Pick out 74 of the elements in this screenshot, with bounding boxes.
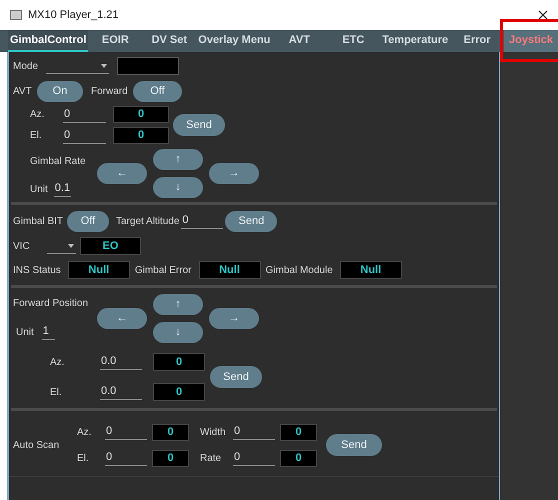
tab[interactable]: DV Set: [142, 30, 196, 52]
field-label: Auto Scan: [13, 438, 60, 452]
field-label: Gimbal Module: [266, 264, 333, 278]
left-arrow-button[interactable]: ←: [97, 163, 147, 184]
field-label: Gimbal Rate: [30, 155, 87, 169]
readout: [117, 57, 179, 75]
caret-icon: [101, 64, 107, 68]
pill-button[interactable]: Send: [173, 114, 225, 136]
input-field[interactable]: 0: [105, 424, 147, 440]
readout: 0: [152, 424, 189, 440]
left-arrow-button[interactable]: ←: [97, 308, 147, 329]
readout: EO: [80, 237, 141, 255]
up-arrow-button[interactable]: ↑: [153, 149, 203, 170]
input-field[interactable]: 1: [42, 324, 55, 340]
input-field[interactable]: 0.0: [100, 384, 142, 400]
tab[interactable]: Error: [450, 30, 504, 52]
field-label: Az.: [30, 108, 46, 122]
readout: 0: [153, 383, 205, 401]
field-label: AVT: [13, 84, 33, 98]
readout: 0: [153, 353, 205, 371]
field-label: Rate: [200, 452, 222, 466]
field-label: Unit: [16, 326, 34, 340]
caret-icon: [68, 244, 74, 248]
pill-button[interactable]: Off: [133, 80, 182, 102]
readout: Null: [340, 261, 402, 279]
field-label: Forward Position: [13, 297, 90, 311]
field-label: El.: [50, 386, 63, 400]
input-field[interactable]: 0: [63, 128, 106, 144]
pill-button[interactable]: On: [37, 80, 83, 102]
field-label: Gimbal BIT: [13, 214, 64, 228]
tab[interactable]: AVT: [272, 30, 326, 52]
field-label: Mode: [13, 60, 40, 74]
up-arrow-button[interactable]: ↑: [153, 294, 203, 315]
input-field[interactable]: 0: [181, 213, 224, 229]
field-label: El.: [77, 452, 90, 466]
window-title: MX10 Player_1.21: [28, 8, 118, 23]
field-label: Forward: [91, 84, 129, 98]
readout: 0: [280, 450, 317, 466]
input-field[interactable]: 0.1: [54, 181, 71, 197]
tab[interactable]: ETC: [326, 30, 380, 52]
input-field[interactable]: 0.0: [100, 354, 142, 370]
pill-button[interactable]: Send: [326, 434, 382, 456]
down-arrow-button[interactable]: ↓: [153, 322, 203, 343]
tab[interactable]: GimbalControl: [8, 30, 88, 52]
field-label: Az.: [77, 426, 92, 440]
field-label: Az.: [50, 356, 66, 370]
pill-button[interactable]: Off: [67, 210, 109, 232]
pill-button[interactable]: Send: [210, 366, 262, 388]
readout: Null: [198, 261, 260, 279]
readout: 0: [113, 127, 169, 144]
input-field[interactable]: 0: [233, 424, 275, 440]
pill-button[interactable]: Send: [225, 210, 278, 232]
readout: 0: [113, 106, 169, 123]
field-label: Gimbal Error: [134, 264, 192, 278]
down-arrow-button[interactable]: ↓: [153, 177, 203, 198]
close-icon[interactable]: [538, 10, 548, 20]
app-icon: [10, 10, 22, 20]
readout: 0: [152, 450, 189, 466]
input-field[interactable]: 0: [105, 450, 147, 466]
tab[interactable]: Temperature: [380, 30, 450, 52]
readout: Null: [68, 261, 130, 279]
right-arrow-button[interactable]: →: [209, 163, 259, 184]
field-label: El.: [30, 129, 43, 143]
tab[interactable]: EOIR: [88, 30, 142, 52]
readout: 0: [280, 424, 317, 440]
field-label: Target Altitude: [116, 214, 180, 228]
tab[interactable]: Overlay Menu: [196, 30, 272, 52]
field-label: VIC: [13, 240, 31, 254]
field-label: Width: [200, 426, 227, 440]
field-label: Unit: [30, 182, 48, 196]
input-field[interactable]: 0: [233, 450, 275, 466]
input-field[interactable]: 0: [63, 106, 106, 122]
right-arrow-button[interactable]: →: [209, 308, 259, 329]
field-label: INS Status: [13, 264, 61, 278]
